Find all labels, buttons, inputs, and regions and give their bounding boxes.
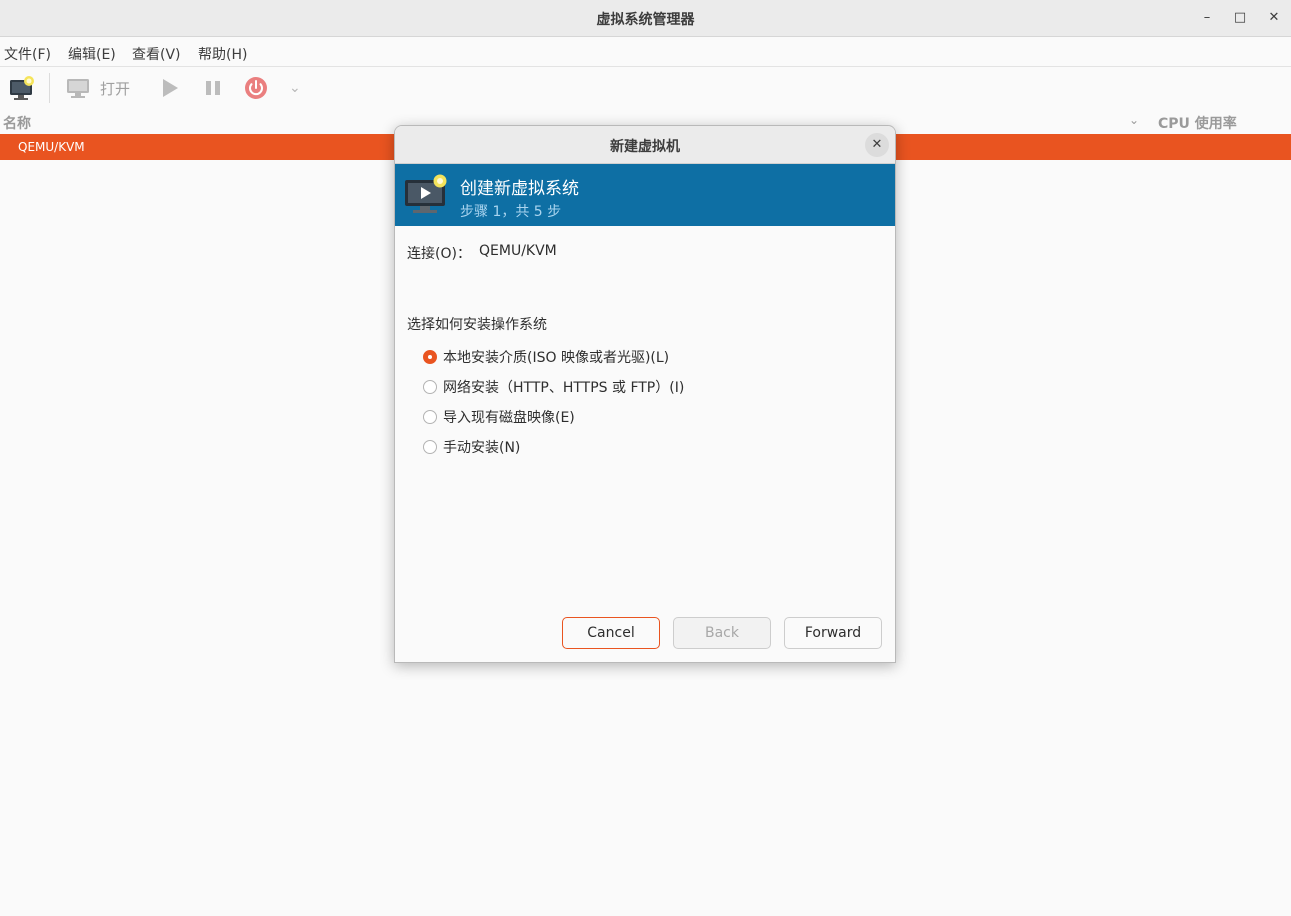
cancel-button[interactable]: Cancel [562, 617, 660, 649]
menu-view[interactable]: 查看(V) [132, 44, 181, 64]
power-icon [245, 77, 267, 99]
run-button[interactable] [160, 75, 180, 101]
wizard-step: 步骤 1，共 5 步 [460, 204, 562, 220]
wizard-title: 创建新虚拟系统 [460, 179, 579, 199]
window-close-button[interactable]: ✕ [1265, 9, 1283, 27]
radio-network-install[interactable]: 网络安装（HTTP、HTTPS 或 FTP）(I) [423, 377, 684, 397]
new-vm-icon [10, 76, 34, 100]
dialog-close-button[interactable]: ✕ [865, 133, 889, 157]
radio-label: 导入现有磁盘映像(E) [443, 410, 575, 426]
back-button[interactable]: Back [673, 617, 771, 649]
window-title: 虚拟系统管理器 [596, 12, 695, 28]
chevron-down-icon: ⌄ [289, 80, 301, 96]
menu-edit[interactable]: 编辑(E) [68, 44, 116, 64]
radio-label: 本地安装介质(ISO 映像或者光驱)(L) [443, 350, 670, 366]
menu-help[interactable]: 帮助(H) [198, 44, 247, 64]
new-vm-button[interactable] [8, 75, 36, 101]
connection-value: QEMU/KVM [479, 243, 557, 259]
maximize-button[interactable]: □ [1231, 9, 1249, 27]
toolbar: 打开 ⌄ [0, 67, 1291, 109]
connection-row-label: QEMU/KVM [18, 140, 85, 154]
column-cpu-usage[interactable]: CPU 使用率 [1158, 113, 1237, 133]
radio-indicator [423, 380, 437, 394]
radio-local-media[interactable]: 本地安装介质(ISO 映像或者光驱)(L) [423, 347, 669, 367]
pause-button[interactable] [204, 75, 222, 101]
open-button-label: 打开 [100, 79, 131, 98]
open-button[interactable]: 打开 [66, 75, 130, 101]
play-icon [163, 79, 178, 97]
radio-indicator [423, 410, 437, 424]
toolbar-separator [49, 73, 50, 103]
forward-button[interactable]: Forward [784, 617, 882, 649]
shutdown-dropdown[interactable]: ⌄ [289, 75, 301, 101]
column-name[interactable]: 名称 [3, 113, 31, 133]
dialog-title: 新建虚拟机 [610, 139, 680, 155]
shutdown-button[interactable] [244, 75, 268, 101]
radio-label: 手动安装(N) [443, 440, 521, 456]
window-titlebar: 虚拟系统管理器 – □ ✕ [0, 0, 1291, 37]
menu-file[interactable]: 文件(F) [4, 44, 51, 64]
minimize-button[interactable]: – [1198, 9, 1216, 27]
menu-bar: 文件(F) 编辑(E) 查看(V) 帮助(H) [0, 37, 1291, 67]
radio-import-disk[interactable]: 导入现有磁盘映像(E) [423, 407, 575, 427]
monitor-icon [67, 79, 89, 98]
new-vm-icon [405, 174, 447, 213]
radio-indicator [423, 440, 437, 454]
chevron-down-icon[interactable]: ⌄ [1129, 113, 1139, 127]
pause-icon [206, 81, 220, 95]
radio-indicator [423, 350, 437, 364]
dialog-titlebar: 新建虚拟机 ✕ [395, 126, 895, 164]
wizard-banner: 创建新虚拟系统 步骤 1，共 5 步 [395, 164, 895, 226]
install-method-heading: 选择如何安装操作系统 [407, 317, 547, 333]
radio-manual-install[interactable]: 手动安装(N) [423, 437, 520, 457]
close-icon: ✕ [871, 137, 883, 152]
new-vm-dialog: 新建虚拟机 ✕ 创建新虚拟系统 步骤 1，共 5 步 连接(O)： QEMU/K… [394, 125, 896, 663]
connection-label: 连接(O)： [407, 246, 471, 262]
radio-label: 网络安装（HTTP、HTTPS 或 FTP）(I) [443, 380, 685, 396]
